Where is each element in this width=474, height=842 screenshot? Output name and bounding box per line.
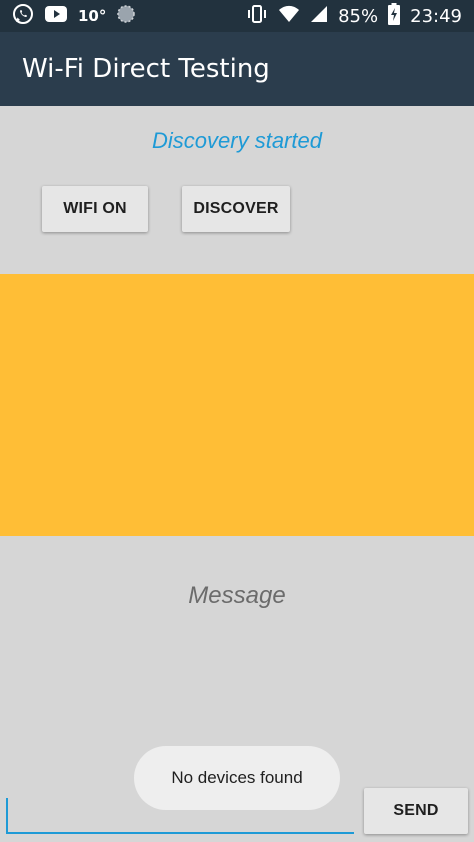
wifi-on-button[interactable]: WIFI ON [42, 186, 148, 232]
status-bar-left: 10° [12, 3, 136, 29]
battery-charging-icon [388, 2, 401, 30]
discovery-status-text: Discovery started [152, 128, 322, 153]
signal-icon [310, 5, 328, 28]
app-bar: Wi-Fi Direct Testing [0, 32, 474, 106]
main-content: Discovery started WIFI ON DISCOVER Messa… [0, 106, 474, 842]
whatsapp-icon [12, 3, 34, 29]
send-button[interactable]: SEND [364, 788, 468, 834]
app-title: Wi-Fi Direct Testing [22, 54, 270, 84]
temperature-label: 10° [78, 7, 107, 25]
device-list[interactable] [0, 274, 474, 536]
discover-button[interactable]: DISCOVER [182, 186, 290, 232]
vibrate-icon [246, 4, 268, 29]
text-cursor [6, 798, 8, 832]
status-bar-right: 85% 23:49 [246, 2, 462, 30]
toast-message: No devices found [134, 746, 340, 810]
weather-icon [116, 4, 136, 28]
wifi-icon [278, 5, 300, 28]
message-input-underline [6, 832, 354, 834]
battery-percent-label: 85% [338, 5, 379, 27]
message-display-text: Message [188, 582, 286, 609]
status-bar: 10° 85% 23:49 [0, 0, 474, 32]
youtube-icon [44, 5, 68, 27]
clock-label: 23:49 [410, 5, 462, 27]
